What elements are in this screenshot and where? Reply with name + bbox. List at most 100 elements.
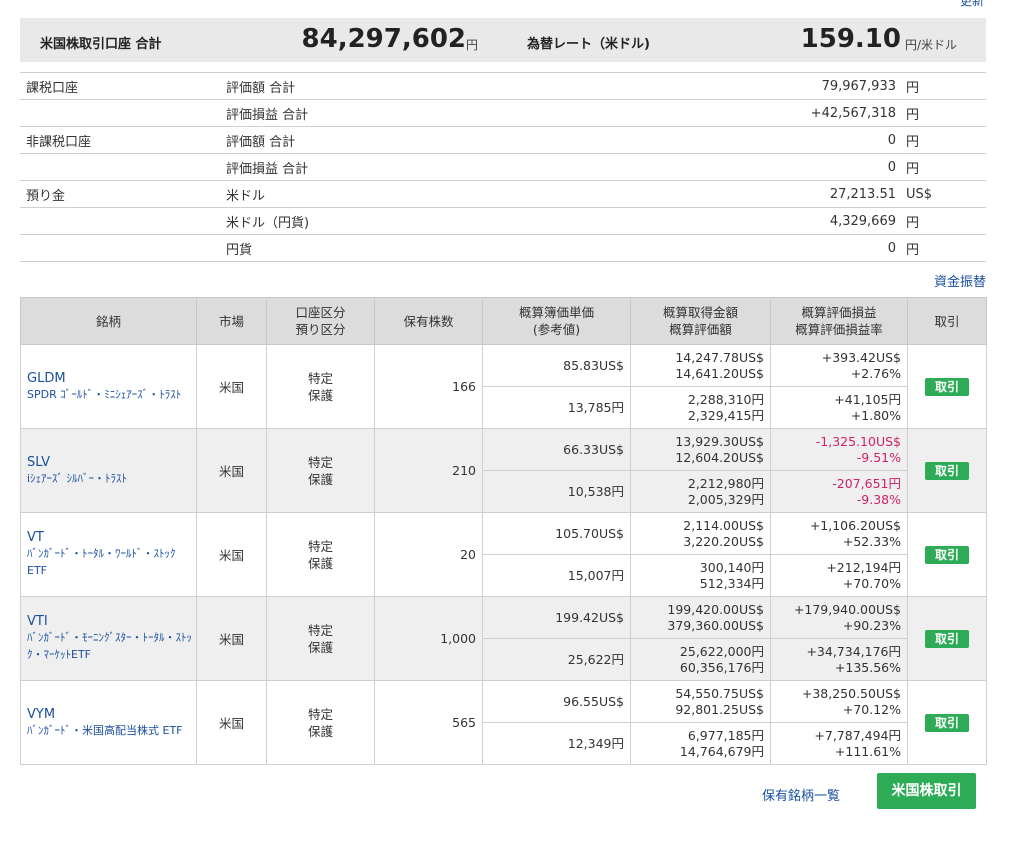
- header-avg-price: 概算簿価単価 (参考値): [482, 297, 631, 345]
- account-value: 0: [646, 126, 906, 154]
- holding-fund-name-link[interactable]: SPDR ｺﾞｰﾙﾄﾞ・ﾐﾆｼｪｱｰｽﾞ・ﾄﾗｽﾄ: [27, 386, 196, 403]
- holding-pl-usd: +393.42US$ +2.76%: [770, 344, 908, 387]
- holding-pl-usd: +1,106.20US$ +52.33%: [770, 512, 908, 555]
- header-cost-value: 概算取得金額 概算評価額: [630, 297, 771, 345]
- header-trade: 取引: [907, 297, 987, 345]
- holding-account-type: 特定 保護: [266, 512, 375, 597]
- holding-pl-jpy: +41,105円 +1.80%: [770, 386, 908, 429]
- holding-row: VYM ﾊﾞﾝｶﾞｰﾄﾞ・米国高配当株式 ETF 米国 特定 保護 565 96.55US$…: [20, 680, 987, 765]
- holding-cost-value-jpy: 2,288,310円 2,329,415円: [630, 386, 771, 429]
- holding-name[interactable]: VYM ﾊﾞﾝｶﾞｰﾄﾞ・米国高配当株式 ETF: [20, 680, 197, 765]
- holding-account-type-2: 保護: [307, 639, 333, 655]
- account-value: 0: [646, 234, 906, 262]
- holding-market: 米国: [196, 512, 267, 597]
- holding-fund-name-link[interactable]: iｼｪｱｰｽﾞ ｼﾙﾊﾞｰ・ﾄﾗｽﾄ: [27, 470, 196, 487]
- holding-fund-name-link[interactable]: ﾊﾞﾝｶﾞｰﾄﾞ・ﾓｰﾆﾝｸﾞｽﾀｰ・ﾄｰﾀﾙ・ｽﾄｯｸ・ﾏｰｹｯﾄETF: [27, 629, 196, 663]
- holding-row: VTI ﾊﾞﾝｶﾞｰﾄﾞ・ﾓｰﾆﾝｸﾞｽﾀｰ・ﾄｰﾀﾙ・ｽﾄｯｸ・ﾏｰｹｯﾄETF…: [20, 596, 987, 681]
- holding-name[interactable]: VT ﾊﾞﾝｶﾞｰﾄﾞ・ﾄｰﾀﾙ・ﾜｰﾙﾄﾞ・ｽﾄｯｸ ETF: [20, 512, 197, 597]
- holding-account-type-2: 保護: [307, 723, 333, 739]
- holding-account-type-1: 特定: [307, 706, 333, 722]
- holding-ticker-link[interactable]: VT: [27, 530, 196, 545]
- holding-quantity: 166: [374, 344, 483, 429]
- account-item: 評価額 合計: [226, 126, 646, 154]
- holding-avg-price-usd: 105.70US$: [482, 512, 631, 555]
- trade-button[interactable]: 取引: [925, 629, 969, 648]
- holding-ticker-link[interactable]: VYM: [27, 707, 196, 722]
- holding-avg-price-jpy: 25,622円: [482, 638, 631, 681]
- account-unit: 円: [906, 234, 986, 262]
- holdings-list-link[interactable]: 保有銘柄一覧: [762, 785, 840, 804]
- account-row: 評価損益 合計 0 円: [20, 153, 986, 181]
- holding-account-type: 特定 保護: [266, 596, 375, 681]
- holding-avg-price-usd: 96.55US$: [482, 680, 631, 723]
- holding-market: 米国: [196, 344, 267, 429]
- exchange-rate-label: 為替レート（米ドル): [527, 37, 650, 52]
- holding-row: SLV iｼｪｱｰｽﾞ ｼﾙﾊﾞｰ・ﾄﾗｽﾄ 米国 特定 保護 210 66.33US$ 13…: [20, 428, 987, 513]
- account-unit: 円: [906, 72, 986, 100]
- summary-label: 米国株取引口座 合計: [40, 37, 162, 52]
- account-row: 預り金 米ドル 27,213.51 US$: [20, 180, 986, 208]
- trade-button[interactable]: 取引: [925, 545, 969, 564]
- holding-market: 米国: [196, 596, 267, 681]
- holding-avg-price-usd: 85.83US$: [482, 344, 631, 387]
- account-value: 27,213.51: [646, 180, 906, 208]
- holding-account-type-1: 特定: [307, 622, 333, 638]
- holding-name[interactable]: SLV iｼｪｱｰｽﾞ ｼﾙﾊﾞｰ・ﾄﾗｽﾄ: [20, 428, 197, 513]
- account-category: 非課税口座: [20, 126, 226, 154]
- account-breakdown-table: 課税口座 評価額 合計 79,967,933 円評価損益 合計 +42,567,318 円…: [20, 72, 986, 262]
- account-unit: 円: [906, 153, 986, 181]
- holding-account-type: 特定 保護: [266, 428, 375, 513]
- holding-account-type: 特定 保護: [266, 344, 375, 429]
- account-category: [20, 99, 226, 127]
- trade-button[interactable]: 取引: [925, 461, 969, 480]
- holding-fund-name-link[interactable]: ﾊﾞﾝｶﾞｰﾄﾞ・米国高配当株式 ETF: [27, 722, 196, 739]
- holding-quantity: 1,000: [374, 596, 483, 681]
- holding-trade-cell: 取引: [907, 596, 987, 681]
- account-item: 評価損益 合計: [226, 99, 646, 127]
- holding-fund-name-link[interactable]: ﾊﾞﾝｶﾞｰﾄﾞ・ﾄｰﾀﾙ・ﾜｰﾙﾄﾞ・ｽﾄｯｸ ETF: [27, 545, 196, 579]
- holding-pl-jpy: +212,194円 +70.70%: [770, 554, 908, 597]
- header-market: 市場: [196, 297, 267, 345]
- account-item: 円貨: [226, 234, 646, 262]
- fund-transfer-link[interactable]: 資金振替: [934, 271, 986, 290]
- exchange-rate-value: 159.10: [800, 24, 901, 54]
- holding-avg-price-usd: 199.42US$: [482, 596, 631, 639]
- account-row: 非課税口座 評価額 合計 0 円: [20, 126, 986, 154]
- account-row: 米ドル（円貨) 4,329,669 円: [20, 207, 986, 235]
- summary-total-unit: 円: [466, 38, 479, 52]
- trade-button[interactable]: 取引: [925, 377, 969, 396]
- holding-account-type-2: 保護: [307, 555, 333, 571]
- account-row: 評価損益 合計 +42,567,318 円: [20, 99, 986, 127]
- holdings-table: 銘柄 市場 口座区分 預り区分 保有株数 概算簿価単価 (参考値) 概算取得金額 概算…: [20, 297, 987, 765]
- trade-button[interactable]: 取引: [925, 713, 969, 732]
- account-row: 円貨 0 円: [20, 234, 986, 262]
- account-category: 預り金: [20, 180, 226, 208]
- account-value: 79,967,933: [646, 72, 906, 100]
- us-stock-trade-button[interactable]: 米国株取引: [877, 773, 976, 809]
- holding-pl-jpy: +34,734,176円 +135.56%: [770, 638, 908, 681]
- holding-account-type-1: 特定: [307, 538, 333, 554]
- holding-cost-value-usd: 2,114.00US$ 3,220.20US$: [630, 512, 771, 555]
- summary-total: 84,297,602: [301, 24, 466, 54]
- exchange-rate-unit: 円/米ドル: [905, 38, 958, 52]
- holding-ticker-link[interactable]: VTI: [27, 614, 196, 629]
- holding-ticker-link[interactable]: GLDM: [27, 371, 196, 386]
- holding-cost-value-usd: 14,247.78US$ 14,641.20US$: [630, 344, 771, 387]
- holding-cost-value-jpy: 6,977,185円 14,764,679円: [630, 722, 771, 765]
- holding-trade-cell: 取引: [907, 680, 987, 765]
- holding-trade-cell: 取引: [907, 512, 987, 597]
- holding-pl-usd: -1,325.10US$ -9.51%: [770, 428, 908, 471]
- header-account-type: 口座区分 預り区分: [266, 297, 375, 345]
- account-item: 米ドル（円貨): [226, 207, 646, 235]
- holding-name[interactable]: GLDM SPDR ｺﾞｰﾙﾄﾞ・ﾐﾆｼｪｱｰｽﾞ・ﾄﾗｽﾄ: [20, 344, 197, 429]
- holding-trade-cell: 取引: [907, 428, 987, 513]
- holding-ticker-link[interactable]: SLV: [27, 455, 196, 470]
- account-unit: US$: [906, 180, 986, 208]
- holding-cost-value-usd: 54,550.75US$ 92,801.25US$: [630, 680, 771, 723]
- holding-quantity: 565: [374, 680, 483, 765]
- account-category: [20, 153, 226, 181]
- holding-name[interactable]: VTI ﾊﾞﾝｶﾞｰﾄﾞ・ﾓｰﾆﾝｸﾞｽﾀｰ・ﾄｰﾀﾙ・ｽﾄｯｸ・ﾏｰｹｯﾄETF: [20, 596, 197, 681]
- account-row: 課税口座 評価額 合計 79,967,933 円: [20, 72, 986, 100]
- holding-avg-price-jpy: 13,785円: [482, 386, 631, 429]
- update-link[interactable]: 更新: [960, 0, 984, 8]
